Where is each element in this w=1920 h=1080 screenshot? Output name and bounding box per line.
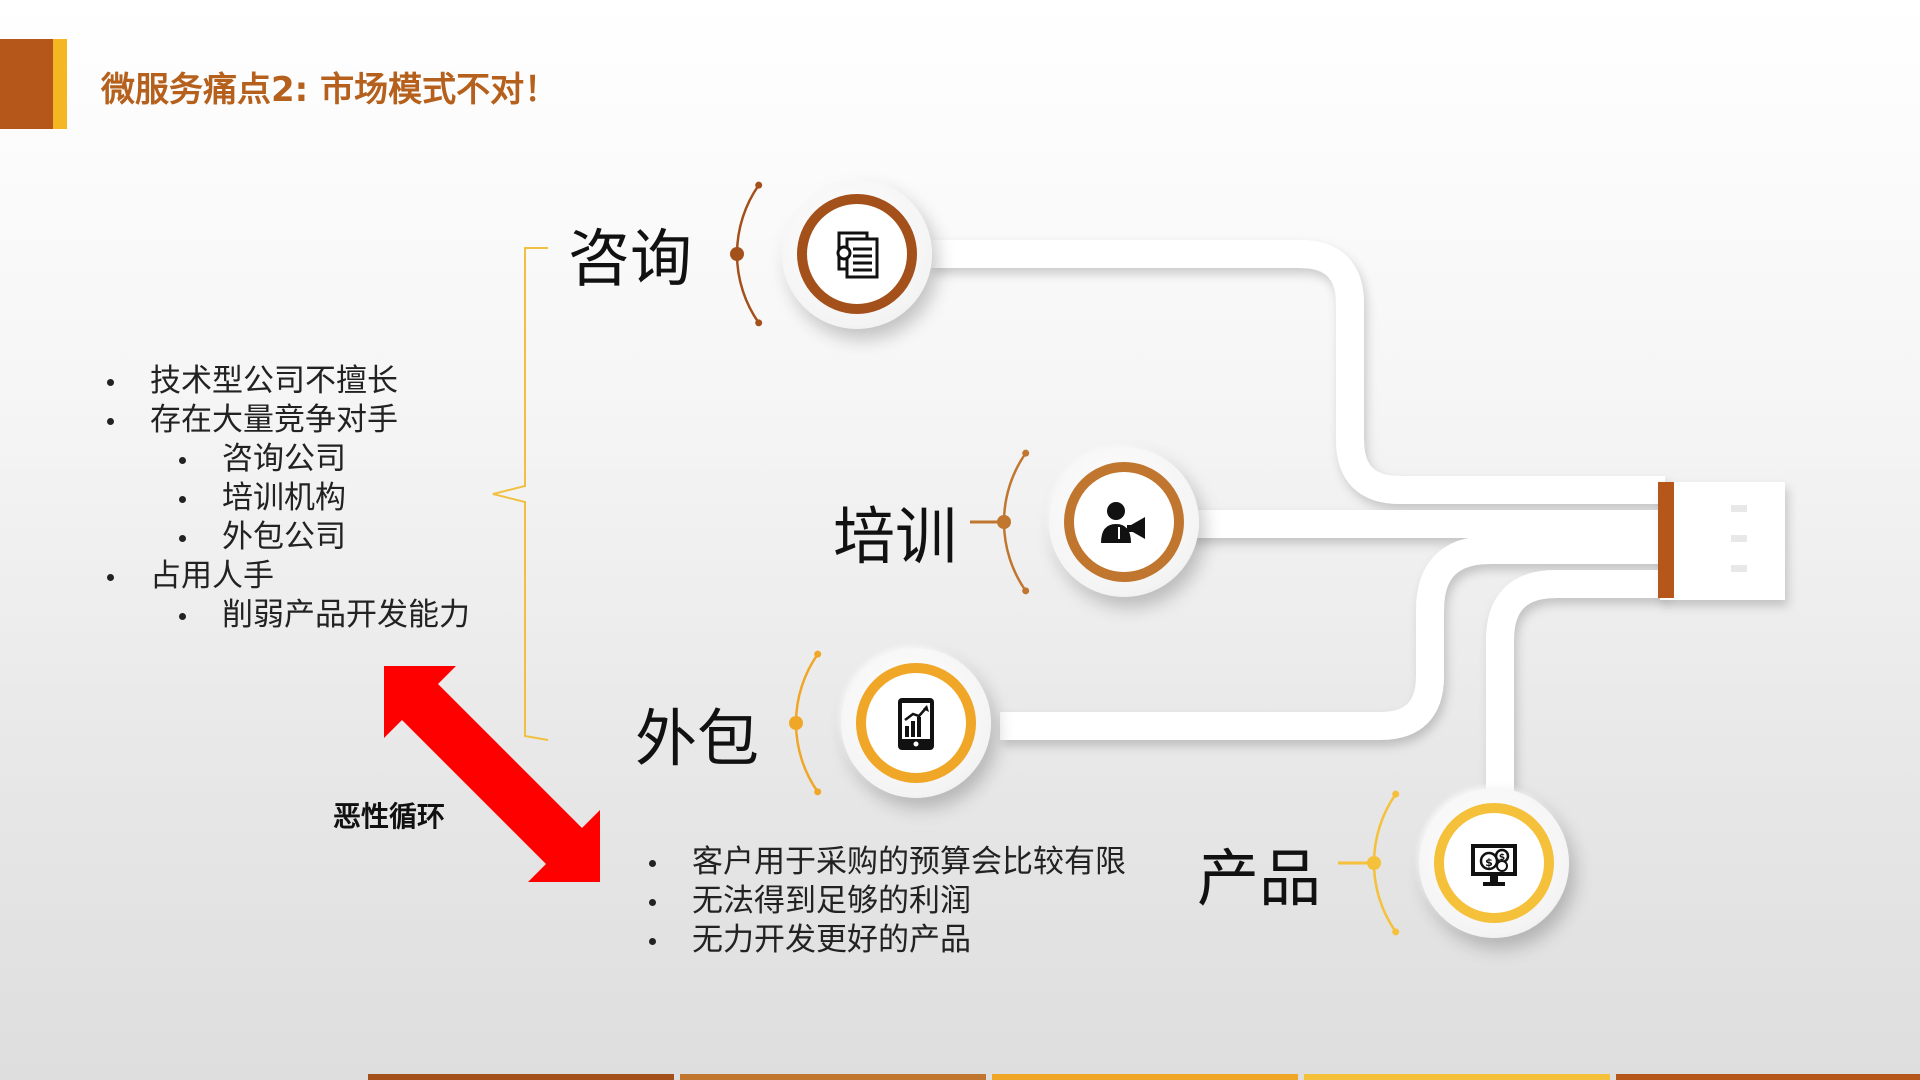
arc-end-dot (755, 319, 763, 327)
node-consulting[interactable] (782, 179, 932, 329)
bullet-dot (107, 418, 114, 425)
label-consulting: 咨询 (568, 222, 693, 295)
pipe-product (1486, 570, 1665, 800)
list-item: 存在大量竞争对手 (100, 401, 470, 440)
pipe-consulting (930, 240, 1665, 504)
presenter-icon (1101, 502, 1145, 543)
list-item: 削弱产品开发能力 (100, 596, 470, 635)
arc-end-dot (1392, 928, 1400, 936)
vicious-cycle-label: 恶性循环 (333, 800, 446, 833)
bullet-dot (649, 899, 656, 906)
bracket (492, 247, 549, 741)
footer-segment (1304, 1074, 1610, 1080)
bullet-dot (179, 535, 186, 542)
label-product: 产品 (1197, 842, 1322, 915)
plug-pin (1731, 535, 1747, 542)
document-icon (836, 231, 879, 279)
arc-end-dot (755, 181, 763, 189)
vicious-cycle-arrow (384, 666, 600, 882)
list-item-text: 外包公司 (222, 519, 346, 555)
connector-dot (730, 247, 744, 261)
bullet-dot (649, 938, 656, 945)
list-item: 客户用于采购的预算会比较有限 (640, 843, 1126, 882)
list-item-text: 客户用于采购的预算会比较有限 (692, 844, 1126, 880)
arc-end-dot (1392, 790, 1400, 798)
list-item: 外包公司 (100, 518, 470, 557)
bottom-bullet-list: 客户用于采购的预算会比较有限 无法得到足够的利润 无力开发更好的产品 (640, 843, 1126, 960)
list-item: 技术型公司不擅长 (100, 362, 470, 401)
connector-plug-stripe (1658, 482, 1674, 598)
list-item-text: 技术型公司不擅长 (150, 363, 398, 399)
arc-end-dot (814, 788, 822, 796)
svg-text:$: $ (1485, 856, 1493, 869)
list-item: 咨询公司 (100, 440, 470, 479)
list-item-text: 无法得到足够的利润 (692, 883, 971, 919)
mobile-chart-icon (898, 698, 934, 750)
node-product[interactable]: $ $ (1419, 788, 1569, 938)
connector-plug (1660, 482, 1785, 600)
arc-end-dot (1022, 449, 1030, 457)
bullet-dot (107, 574, 114, 581)
node-training[interactable] (1049, 447, 1199, 597)
label-outsourcing: 外包 (635, 702, 760, 775)
money-monitor-icon: $ $ (1471, 844, 1517, 886)
list-item-text: 占用人手 (150, 558, 274, 594)
footer-segment (680, 1074, 986, 1080)
plug-pin (1731, 565, 1747, 572)
list-item-text: 咨询公司 (222, 441, 346, 477)
list-item-text: 存在大量竞争对手 (150, 402, 398, 438)
bullet-dot (649, 860, 656, 867)
bullet-dot (179, 496, 186, 503)
footer-segment (368, 1074, 674, 1080)
list-item: 占用人手 (100, 557, 470, 596)
plug-pin (1731, 505, 1747, 512)
arc-end-dot (814, 650, 822, 658)
bullet-dot (179, 457, 186, 464)
list-item: 无力开发更好的产品 (640, 921, 1126, 960)
node-outsourcing[interactable] (841, 648, 991, 798)
connector-dot (789, 716, 803, 730)
list-item-text: 培训机构 (222, 480, 346, 516)
label-training: 培训 (833, 500, 958, 573)
list-item-text: 无力开发更好的产品 (692, 922, 971, 958)
bullet-dot (107, 379, 114, 386)
list-item: 培训机构 (100, 479, 470, 518)
footer-segment (992, 1074, 1298, 1080)
left-bullet-list: 技术型公司不擅长 存在大量竞争对手 咨询公司 培训机构 外包公司 占用人手 削弱… (100, 362, 470, 635)
footer-segment (1616, 1074, 1920, 1080)
connector-dot (997, 515, 1011, 529)
list-item-text: 削弱产品开发能力 (222, 597, 470, 633)
connector-dot (1367, 856, 1381, 870)
bullet-dot (179, 613, 186, 620)
arc-end-dot (1022, 587, 1030, 595)
list-item: 无法得到足够的利润 (640, 882, 1126, 921)
